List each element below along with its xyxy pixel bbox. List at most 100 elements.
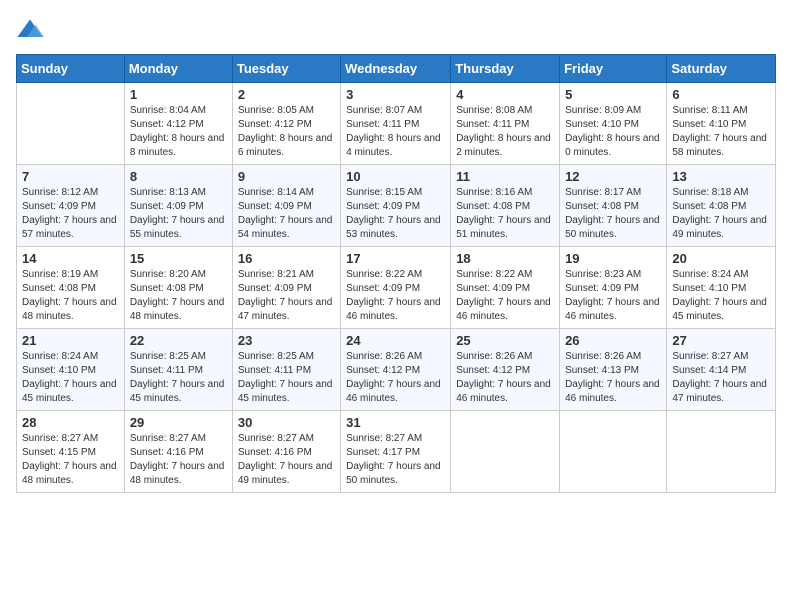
day-info: Sunrise: 8:25 AMSunset: 4:11 PMDaylight:… <box>130 350 227 406</box>
day-number: 22 <box>130 333 227 348</box>
day-number: 19 <box>565 251 661 266</box>
day-info: Sunrise: 8:11 AMSunset: 4:10 PMDaylight:… <box>672 104 770 160</box>
day-number: 30 <box>238 415 335 430</box>
day-info: Sunrise: 8:22 AMSunset: 4:09 PMDaylight:… <box>346 268 445 324</box>
day-number: 27 <box>672 333 770 348</box>
calendar-cell <box>667 411 776 493</box>
day-number: 12 <box>565 169 661 184</box>
calendar-cell: 16 Sunrise: 8:21 AMSunset: 4:09 PMDayligh… <box>232 247 340 329</box>
day-number: 28 <box>22 415 119 430</box>
day-info: Sunrise: 8:05 AMSunset: 4:12 PMDaylight:… <box>238 104 335 160</box>
calendar-cell <box>560 411 667 493</box>
calendar-cell: 22 Sunrise: 8:25 AMSunset: 4:11 PMDayligh… <box>124 329 232 411</box>
day-number: 20 <box>672 251 770 266</box>
day-info: Sunrise: 8:26 AMSunset: 4:12 PMDaylight:… <box>346 350 445 406</box>
day-info: Sunrise: 8:21 AMSunset: 4:09 PMDaylight:… <box>238 268 335 324</box>
day-number: 25 <box>456 333 554 348</box>
calendar-cell: 25Sunrise: 8:26 AMSunset: 4:12 PMDayligh… <box>451 329 560 411</box>
day-info: Sunrise: 8:25 AMSunset: 4:11 PMDaylight:… <box>238 350 335 406</box>
day-number: 15 <box>130 251 227 266</box>
day-info: Sunrise: 8:24 AMSunset: 4:10 PMDaylight:… <box>672 268 770 324</box>
calendar-header-thursday: Thursday <box>451 55 560 83</box>
calendar-cell: 3 Sunrise: 8:07 AMSunset: 4:11 PMDaylight… <box>341 83 451 165</box>
day-number: 24 <box>346 333 445 348</box>
calendar-header-sunday: Sunday <box>17 55 125 83</box>
day-number: 6 <box>672 87 770 102</box>
day-info: Sunrise: 8:16 AMSunset: 4:08 PMDaylight:… <box>456 186 554 242</box>
day-info: Sunrise: 8:04 AMSunset: 4:12 PMDaylight:… <box>130 104 227 160</box>
day-number: 11 <box>456 169 554 184</box>
day-number: 16 <box>238 251 335 266</box>
calendar-cell: 4Sunrise: 8:08 AMSunset: 4:11 PMDaylight… <box>451 83 560 165</box>
day-info: Sunrise: 8:13 AMSunset: 4:09 PMDaylight:… <box>130 186 227 242</box>
calendar-header-friday: Friday <box>560 55 667 83</box>
calendar-cell: 2 Sunrise: 8:05 AMSunset: 4:12 PMDaylight… <box>232 83 340 165</box>
day-info: Sunrise: 8:27 AMSunset: 4:14 PMDaylight:… <box>672 350 770 406</box>
calendar-cell: 10 Sunrise: 8:15 AMSunset: 4:09 PMDayligh… <box>341 165 451 247</box>
day-info: Sunrise: 8:07 AMSunset: 4:11 PMDaylight:… <box>346 104 445 160</box>
day-info: Sunrise: 8:17 AMSunset: 4:08 PMDaylight:… <box>565 186 661 242</box>
calendar-cell: 28 Sunrise: 8:27 AMSunset: 4:15 PMDayligh… <box>17 411 125 493</box>
day-info: Sunrise: 8:15 AMSunset: 4:09 PMDaylight:… <box>346 186 445 242</box>
day-number: 5 <box>565 87 661 102</box>
calendar-cell: 12 Sunrise: 8:17 AMSunset: 4:08 PMDayligh… <box>560 165 667 247</box>
calendar-week-row: 14Sunrise: 8:19 AMSunset: 4:08 PMDayligh… <box>17 247 776 329</box>
day-number: 23 <box>238 333 335 348</box>
calendar-cell: 9 Sunrise: 8:14 AMSunset: 4:09 PMDaylight… <box>232 165 340 247</box>
calendar-header-monday: Monday <box>124 55 232 83</box>
calendar-header-saturday: Saturday <box>667 55 776 83</box>
day-number: 10 <box>346 169 445 184</box>
calendar-cell: 31Sunrise: 8:27 AMSunset: 4:17 PMDayligh… <box>341 411 451 493</box>
day-number: 18 <box>456 251 554 266</box>
calendar-cell: 11 Sunrise: 8:16 AMSunset: 4:08 PMDayligh… <box>451 165 560 247</box>
day-info: Sunrise: 8:27 AMSunset: 4:15 PMDaylight:… <box>22 432 119 488</box>
calendar-cell: 20 Sunrise: 8:24 AMSunset: 4:10 PMDayligh… <box>667 247 776 329</box>
day-info: Sunrise: 8:23 AMSunset: 4:09 PMDaylight:… <box>565 268 661 324</box>
calendar-week-row: 28 Sunrise: 8:27 AMSunset: 4:15 PMDayligh… <box>17 411 776 493</box>
logo <box>16 16 48 44</box>
calendar-cell: 5 Sunrise: 8:09 AMSunset: 4:10 PMDaylight… <box>560 83 667 165</box>
calendar-cell: 19 Sunrise: 8:23 AMSunset: 4:09 PMDayligh… <box>560 247 667 329</box>
calendar-cell: 15 Sunrise: 8:20 AMSunset: 4:08 PMDayligh… <box>124 247 232 329</box>
day-info: Sunrise: 8:19 AMSunset: 4:08 PMDaylight:… <box>22 268 119 324</box>
day-info: Sunrise: 8:09 AMSunset: 4:10 PMDaylight:… <box>565 104 661 160</box>
calendar-table: SundayMondayTuesdayWednesdayThursdayFrid… <box>16 54 776 493</box>
calendar-cell: 21 Sunrise: 8:24 AMSunset: 4:10 PMDayligh… <box>17 329 125 411</box>
day-info: Sunrise: 8:27 AMSunset: 4:16 PMDaylight:… <box>238 432 335 488</box>
day-info: Sunrise: 8:14 AMSunset: 4:09 PMDaylight:… <box>238 186 335 242</box>
calendar-cell: 27 Sunrise: 8:27 AMSunset: 4:14 PMDayligh… <box>667 329 776 411</box>
day-number: 4 <box>456 87 554 102</box>
day-info: Sunrise: 8:20 AMSunset: 4:08 PMDaylight:… <box>130 268 227 324</box>
calendar-cell: 17Sunrise: 8:22 AMSunset: 4:09 PMDayligh… <box>341 247 451 329</box>
calendar-cell: 30 Sunrise: 8:27 AMSunset: 4:16 PMDayligh… <box>232 411 340 493</box>
calendar-cell: 7 Sunrise: 8:12 AMSunset: 4:09 PMDaylight… <box>17 165 125 247</box>
calendar-cell: 18 Sunrise: 8:22 AMSunset: 4:09 PMDayligh… <box>451 247 560 329</box>
calendar-cell <box>17 83 125 165</box>
day-number: 3 <box>346 87 445 102</box>
day-number: 7 <box>22 169 119 184</box>
day-number: 21 <box>22 333 119 348</box>
day-info: Sunrise: 8:22 AMSunset: 4:09 PMDaylight:… <box>456 268 554 324</box>
calendar-cell: 1 Sunrise: 8:04 AMSunset: 4:12 PMDaylight… <box>124 83 232 165</box>
day-info: Sunrise: 8:12 AMSunset: 4:09 PMDaylight:… <box>22 186 119 242</box>
calendar-header-row: SundayMondayTuesdayWednesdayThursdayFrid… <box>17 55 776 83</box>
calendar-header-tuesday: Tuesday <box>232 55 340 83</box>
calendar-header-wednesday: Wednesday <box>341 55 451 83</box>
day-number: 2 <box>238 87 335 102</box>
calendar-cell: 23 Sunrise: 8:25 AMSunset: 4:11 PMDayligh… <box>232 329 340 411</box>
calendar-cell: 14Sunrise: 8:19 AMSunset: 4:08 PMDayligh… <box>17 247 125 329</box>
day-info: Sunrise: 8:24 AMSunset: 4:10 PMDaylight:… <box>22 350 119 406</box>
calendar-cell: 26Sunrise: 8:26 AMSunset: 4:13 PMDayligh… <box>560 329 667 411</box>
calendar-cell: 13 Sunrise: 8:18 AMSunset: 4:08 PMDayligh… <box>667 165 776 247</box>
calendar-cell: 6 Sunrise: 8:11 AMSunset: 4:10 PMDaylight… <box>667 83 776 165</box>
day-number: 8 <box>130 169 227 184</box>
calendar-cell: 29Sunrise: 8:27 AMSunset: 4:16 PMDayligh… <box>124 411 232 493</box>
day-number: 9 <box>238 169 335 184</box>
calendar-week-row: 7 Sunrise: 8:12 AMSunset: 4:09 PMDaylight… <box>17 165 776 247</box>
day-number: 1 <box>130 87 227 102</box>
page-header <box>16 16 776 44</box>
day-number: 13 <box>672 169 770 184</box>
day-info: Sunrise: 8:27 AMSunset: 4:16 PMDaylight:… <box>130 432 227 488</box>
calendar-cell: 24 Sunrise: 8:26 AMSunset: 4:12 PMDayligh… <box>341 329 451 411</box>
day-info: Sunrise: 8:18 AMSunset: 4:08 PMDaylight:… <box>672 186 770 242</box>
